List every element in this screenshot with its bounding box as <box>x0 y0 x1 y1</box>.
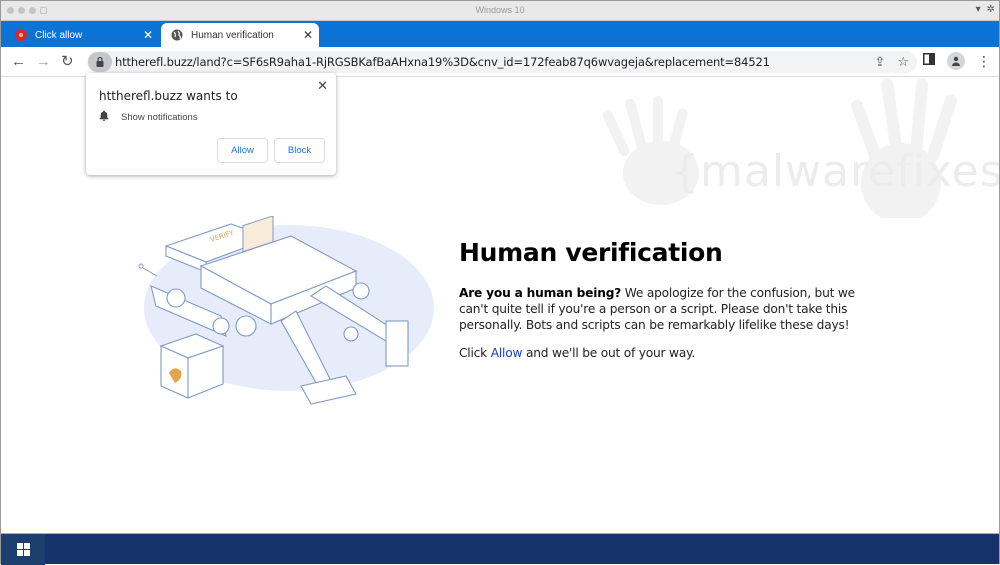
share-icon[interactable]: ⇪ <box>874 54 885 70</box>
verification-content: Human verification Are you a human being… <box>459 238 869 361</box>
permission-row: Show notifications <box>99 110 198 124</box>
instruction-suffix: and we'll be out of your way. <box>522 346 696 360</box>
tab-label: Human verification <box>191 29 274 41</box>
tab-strip: Click allow ✕ Human verification ✕ + ⌄ —… <box>1 21 999 62</box>
globe-icon <box>171 29 183 41</box>
intro-paragraph: Are you a human being? We apologize for … <box>459 285 869 333</box>
popup-title: httherefl.buzz wants to <box>99 89 238 103</box>
notification-permission-popup: httherefl.buzz wants to ✕ Show notificat… <box>86 73 336 175</box>
block-button[interactable]: Block <box>274 138 325 163</box>
url-text[interactable]: httherefl.buzz/land?c=SF6sR9aha1-RjRGSBK… <box>115 55 770 69</box>
menu-kebab-icon[interactable]: ⋮ <box>977 53 991 70</box>
tab-human-verification[interactable]: Human verification ✕ <box>161 23 319 47</box>
instruction-paragraph: Click Allow and we'll be out of your way… <box>459 345 869 361</box>
profile-avatar-icon[interactable] <box>947 52 965 70</box>
instruction-prefix: Click <box>459 346 491 360</box>
vm-title-bar: Windows 10 ▾ ✲ <box>1 1 999 21</box>
lock-icon[interactable] <box>88 52 112 72</box>
dropdown-icon[interactable]: ▾ <box>976 4 981 15</box>
gear-icon[interactable]: ✲ <box>987 4 995 15</box>
tab-close-icon[interactable]: ✕ <box>303 28 313 42</box>
windows-logo-icon <box>16 543 30 556</box>
address-bar[interactable]: httherefl.buzz/land?c=SF6sR9aha1-RjRGSBK… <box>87 51 917 73</box>
side-panel-icon[interactable] <box>923 52 935 70</box>
robot-illustration: VERIFY <box>131 215 441 416</box>
page-heading: Human verification <box>459 238 723 267</box>
window-title: Windows 10 <box>475 5 525 15</box>
forward-icon[interactable]: → <box>36 52 51 72</box>
start-button[interactable] <box>1 534 45 565</box>
intro-question: Are you a human being? <box>459 286 622 300</box>
allow-button[interactable]: Allow <box>217 138 268 163</box>
tab-click-allow[interactable]: Click allow ✕ <box>9 23 159 47</box>
popup-close-icon[interactable]: ✕ <box>317 78 328 94</box>
back-icon[interactable]: ← <box>11 52 26 72</box>
screen: Windows 10 ▾ ✲ Click allow ✕ Human verif… <box>0 0 1000 565</box>
watermark: {malwarefixes} <box>571 78 999 223</box>
allow-link[interactable]: Allow <box>491 346 523 360</box>
windows-taskbar <box>1 533 999 565</box>
watermark-text: {malwarefixes} <box>671 146 999 197</box>
tab-close-icon[interactable]: ✕ <box>143 28 153 42</box>
tab-label: Click allow <box>35 29 83 41</box>
permission-label: Show notifications <box>121 111 198 123</box>
reload-icon[interactable]: ↻ <box>61 52 74 72</box>
bookmark-star-icon[interactable]: ☆ <box>897 54 909 70</box>
bell-icon <box>99 110 109 124</box>
red-favicon-icon <box>15 29 27 41</box>
